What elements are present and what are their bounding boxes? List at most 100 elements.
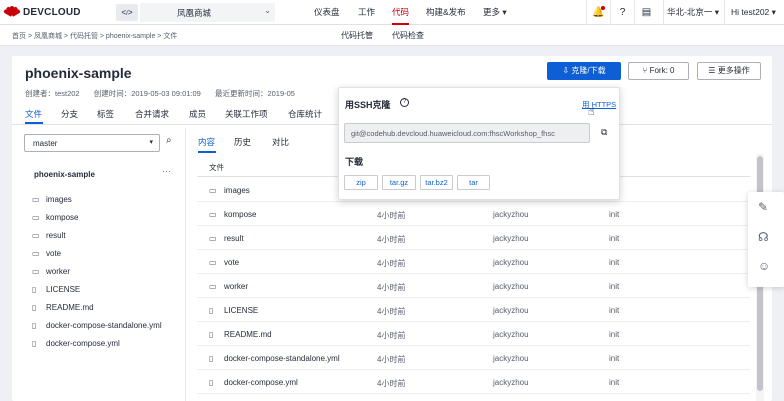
nav-more[interactable]: 更多 ▾ [483,0,507,25]
tree-item[interactable]: ▯ docker-compose-standalone.yml [32,321,162,333]
clone-popup: 用SSH克隆 ? 用 HTTPS git@codehub.devcloud.hu… [338,87,620,200]
tree-item-label: docker-compose-standalone.yml [46,321,162,330]
tab-repo-stats[interactable]: 仓库统计 [288,108,322,120]
tree-item-label: images [46,195,72,204]
tree-item[interactable]: ▯ README.md [32,303,94,315]
tree-item[interactable]: ▯ docker-compose.yml [32,339,120,351]
table-row[interactable]: ▭ kompose 4小时前 jackyzhou init [197,202,750,226]
clone-url-text: git@codehub.devcloud.huaweicloud.com:fhs… [351,129,555,138]
tree-item[interactable]: ▭ vote [32,249,61,261]
commit-message: init [609,282,620,291]
folder-icon: ▭ [209,282,217,291]
commit-message: init [609,306,620,315]
commit-message: init [609,234,620,243]
commit-time: 4小时前 [377,259,406,268]
help-icon[interactable]: ? [610,0,634,25]
tree-root[interactable]: phoenix-sample [34,170,95,179]
tab-linked-work-items[interactable]: 关联工作项 [225,108,268,120]
download-targz-button[interactable]: tar.gz [382,175,416,190]
copy-icon[interactable]: ⧉ [601,127,607,138]
notification-bell-icon[interactable]: 🔔 [586,0,610,25]
clone-download-button[interactable]: ⇩ 克隆/下载 [547,62,621,80]
download-tar-button[interactable]: tar [457,175,490,190]
tab-files[interactable]: 文件 [25,108,42,120]
commit-time: 4小时前 [377,355,406,364]
support-headset-icon[interactable]: ☊ [758,230,769,244]
breadcrumb[interactable]: 首页 > 凤凰商城 > 代码托管 > phoenix-sample > 文件 [12,31,177,41]
document-icon[interactable]: ▤ [634,0,658,25]
nav-work[interactable]: 工作 [358,0,375,25]
folder-icon: ▭ [32,249,40,258]
file-name[interactable]: result [224,234,244,243]
notification-dot [601,6,605,10]
file-name[interactable]: docker-compose.yml [224,378,298,387]
sidebar-divider [185,128,186,401]
nav-dashboard[interactable]: 仪表盘 [314,0,340,25]
download-tarbz2-button[interactable]: tar.bz2 [420,175,453,190]
project-selector[interactable]: 凤凰商城 ⌄ [140,3,275,22]
table-row[interactable]: ▯ docker-compose.yml 4小时前 jackyzhou init [197,370,750,394]
nav-code[interactable]: 代码 [392,0,410,25]
file-name[interactable]: docker-compose-standalone.yml [224,354,340,363]
commit-author: jackyzhou [493,378,529,387]
tab-merge-requests[interactable]: 合并请求 [135,108,169,120]
branch-selector[interactable]: master ▾ [24,134,160,152]
download-title: 下载 [345,157,364,167]
repo-creator: 创建者：test202 [25,89,80,98]
help-circle-icon[interactable]: ? [400,98,409,107]
file-name[interactable]: LICENSE [224,306,258,315]
file-name[interactable]: worker [224,282,248,291]
folder-icon: ▭ [32,195,40,204]
more-button-label: 更多操作 [717,66,750,75]
tree-item[interactable]: ▯ LICENSE [32,285,80,297]
file-icon: ▯ [32,303,37,312]
tree-item[interactable]: ▭ images [32,195,72,207]
brand-name: DEVCLOUD [23,6,81,18]
nav-build-release[interactable]: 构建&发布 [426,0,466,25]
tree-item[interactable]: ▭ worker [32,267,70,279]
more-actions-button[interactable]: ☰ 更多操作 [697,62,761,80]
tab-history[interactable]: 历史 [234,136,251,148]
tab-code-check[interactable]: 代码检查 [392,30,424,41]
tab-code-hosting[interactable]: 代码托管 [341,30,373,41]
code-toggle-button[interactable]: </> [116,4,138,21]
table-row[interactable]: ▯ README.md 4小时前 jackyzhou init [197,322,750,346]
download-zip-button[interactable]: zip [344,175,378,190]
edit-icon[interactable]: ✎ [758,200,768,214]
table-row[interactable]: ▯ LICENSE 4小时前 jackyzhou init [197,298,750,322]
tab-content[interactable]: 内容 [198,136,215,148]
region-selector[interactable]: 华北-北京一 ▾ [663,0,721,25]
file-name[interactable]: README.md [224,330,272,339]
table-row[interactable]: ▭ vote 4小时前 jackyzhou init [197,250,750,274]
devcloud-logo[interactable]: DEVCLOUD [3,6,81,18]
commit-author: jackyzhou [493,330,529,339]
clone-button-label: 克隆/下载 [571,66,606,75]
table-row[interactable]: ▭ result 4小时前 jackyzhou init [197,226,750,250]
tree-item[interactable]: ▭ kompose [32,213,78,225]
clone-url-field[interactable]: git@codehub.devcloud.huaweicloud.com:fhs… [344,123,590,143]
search-icon[interactable]: ⌕ [166,135,172,146]
folder-icon: ▭ [32,213,40,222]
tree-item-label: vote [46,249,62,258]
tab-members[interactable]: 成员 [189,108,206,120]
file-name[interactable]: kompose [224,210,256,219]
folder-icon: ▭ [209,234,217,243]
fork-button[interactable]: ⑂ Fork: 0 [628,62,689,80]
tree-item[interactable]: ▭ result [32,231,66,243]
table-row[interactable]: ▯ docker-compose-standalone.yml 4小时前 jackyz… [197,346,750,370]
file-name[interactable]: vote [224,258,239,267]
tree-item-label: result [46,231,66,240]
file-icon: ▯ [32,339,37,348]
chat-icon[interactable]: ☺ [758,259,770,273]
folder-icon: ▭ [32,267,40,276]
user-menu[interactable]: Hi test202 ▾ [724,0,784,25]
tab-branches[interactable]: 分支 [61,108,78,120]
folder-icon: ▭ [32,231,40,240]
tab-tags[interactable]: 标签 [97,108,114,120]
file-name[interactable]: images [224,186,250,195]
tree-item-label: docker-compose.yml [46,339,120,348]
ellipsis-icon[interactable]: ··· [162,166,171,176]
tab-compare[interactable]: 对比 [272,136,289,148]
table-row[interactable]: ▭ worker 4小时前 jackyzhou init [197,274,750,298]
commit-message: init [609,258,620,267]
